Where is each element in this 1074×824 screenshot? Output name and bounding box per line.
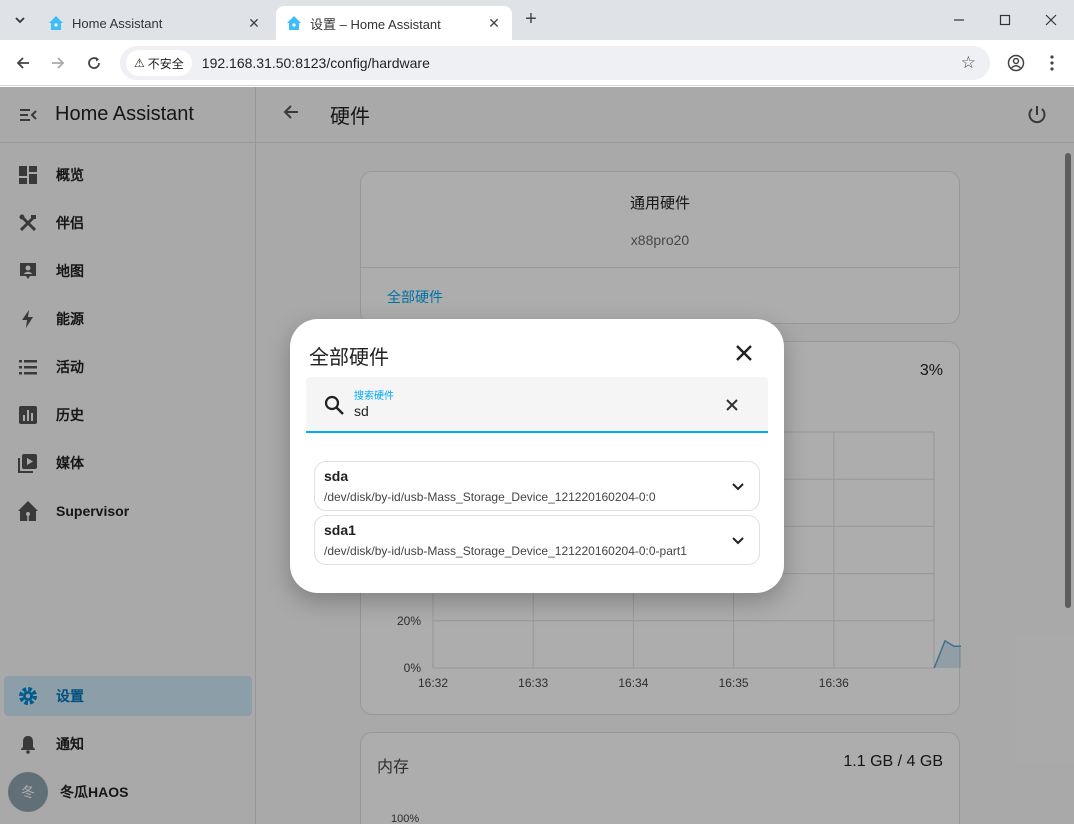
search-icon	[324, 395, 344, 415]
home-assistant-favicon-icon	[49, 16, 63, 30]
tab-close-icon[interactable]: ✕	[246, 15, 262, 32]
browser-address-bar: ⚠ 不安全 192.168.31.50:8123/config/hardware…	[0, 40, 1074, 86]
browser-tab-settings[interactable]: 设置 – Home Assistant ✕	[276, 6, 512, 40]
warning-triangle-icon: ⚠	[134, 56, 145, 70]
browser-tab-strip: Home Assistant ✕ 设置 – Home Assistant ✕ +	[0, 0, 1074, 40]
close-icon[interactable]	[732, 341, 756, 365]
security-chip[interactable]: ⚠ 不安全	[126, 50, 192, 76]
tab-title: 设置 – Home Assistant	[310, 16, 441, 32]
window-close-icon[interactable]	[1028, 6, 1074, 34]
tab-title: Home Assistant	[72, 15, 163, 31]
dialog-title: 全部硬件	[309, 347, 389, 369]
device-path: /dev/disk/by-id/usb-Mass_Storage_Device_…	[324, 490, 656, 504]
device-path: /dev/disk/by-id/usb-Mass_Storage_Device_…	[324, 544, 687, 558]
reload-icon[interactable]	[81, 50, 107, 76]
security-label: 不安全	[147, 56, 184, 71]
device-item-sda1[interactable]: sda1 /dev/disk/by-id/usb-Mass_Storage_De…	[314, 515, 760, 565]
search-input[interactable]: sd	[354, 403, 369, 419]
tab-close-icon[interactable]: ✕	[486, 15, 502, 32]
url-text[interactable]: 192.168.31.50:8123/config/hardware	[202, 55, 430, 71]
chevron-down-icon[interactable]	[729, 531, 747, 549]
all-hardware-dialog: 全部硬件 搜索硬件 sd sda /dev/disk/by-id/usb-Mas…	[290, 319, 784, 593]
browser-menu-icon[interactable]	[1039, 50, 1065, 76]
forward-icon[interactable]	[45, 50, 71, 76]
clear-search-icon[interactable]	[722, 395, 742, 415]
maximize-icon[interactable]	[982, 6, 1028, 34]
device-name: sda	[324, 468, 349, 484]
browser-tab-home-assistant[interactable]: Home Assistant ✕	[38, 6, 272, 40]
minimize-icon[interactable]	[936, 6, 982, 34]
home-assistant-favicon-icon	[287, 16, 301, 30]
search-hardware-field[interactable]: 搜索硬件 sd	[306, 377, 768, 433]
new-tab-plus-icon[interactable]: +	[520, 8, 542, 32]
back-icon[interactable]	[10, 50, 36, 76]
bookmark-star-icon[interactable]: ☆	[961, 53, 976, 73]
chevron-down-icon[interactable]	[729, 477, 747, 495]
profile-icon[interactable]	[1003, 50, 1029, 76]
device-item-sda[interactable]: sda /dev/disk/by-id/usb-Mass_Storage_Dev…	[314, 461, 760, 511]
tab-search-chevron-icon[interactable]	[8, 8, 32, 32]
search-label: 搜索硬件	[354, 391, 394, 402]
omnibox[interactable]: ⚠ 不安全 192.168.31.50:8123/config/hardware…	[120, 46, 990, 80]
device-name: sda1	[324, 522, 356, 538]
